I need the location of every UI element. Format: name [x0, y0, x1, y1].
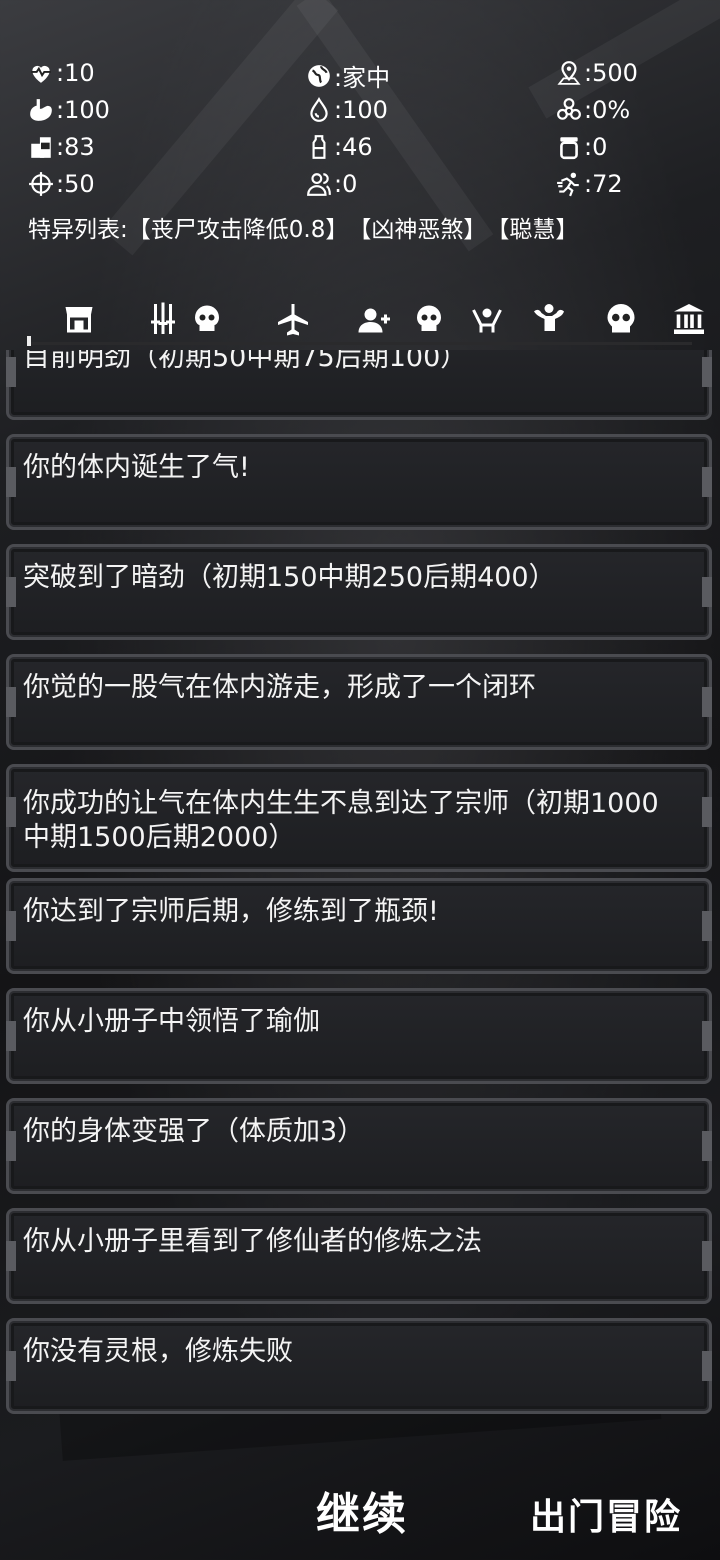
log-entry-text: 突破到了暗劲（初期150中期250后期400） — [23, 562, 556, 593]
muscle-icon[interactable] — [526, 296, 572, 342]
stat-map: :500 — [554, 58, 638, 88]
skull-icon[interactable] — [598, 296, 644, 342]
bank-icon[interactable] — [666, 296, 712, 342]
map-pin-icon — [554, 58, 584, 88]
canned-food-icon — [26, 132, 56, 162]
log-entry: 突破到了暗劲（初期150中期250后期400） — [6, 544, 712, 640]
log-entry-text: 你的体内诞生了气! — [23, 452, 250, 483]
tab-active-marker — [27, 336, 31, 346]
shop-icon[interactable] — [56, 296, 102, 342]
stomach-icon — [26, 95, 56, 125]
stat-infection: :0% — [554, 95, 630, 125]
skull-icon[interactable] — [184, 296, 230, 342]
crosshair-icon — [26, 169, 56, 199]
skull-icon[interactable] — [406, 296, 452, 342]
add-person-icon[interactable] — [352, 296, 398, 342]
stat-attack: :50 — [26, 169, 95, 199]
log-entry-text: 你觉的一股气在体内游走，形成了一个闭环 — [23, 672, 536, 703]
log-entry: 你从小册子里看到了修仙者的修炼之法 — [6, 1208, 712, 1304]
stat-drink-value: :46 — [334, 133, 373, 161]
log-entry: 你的体内诞生了气! — [6, 434, 712, 530]
tab-underline — [28, 342, 692, 345]
stat-hunger-value: :100 — [56, 96, 110, 124]
globe-icon — [304, 61, 334, 91]
log-entry: 你觉的一股气在体内游走，形成了一个闭环 — [6, 654, 712, 750]
continue-button[interactable]: 继续 — [316, 1478, 408, 1542]
jar-icon — [554, 132, 584, 162]
people-icon — [304, 169, 334, 199]
stat-companions-value: :0 — [334, 170, 358, 198]
stat-agility: :72 — [554, 169, 623, 199]
stat-companions: :0 — [304, 169, 357, 199]
log-entry-text: 你没有灵根，修炼失败 — [23, 1336, 293, 1367]
water-drop-icon — [304, 95, 334, 125]
heartbeat-icon — [26, 58, 56, 88]
stat-location: :家中 — [304, 58, 390, 93]
stat-water-value: :100 — [334, 96, 388, 124]
log-entry-text: 你从小册子中领悟了瑜伽 — [23, 1006, 320, 1037]
pray-icon[interactable] — [464, 296, 510, 342]
trait-item: 【聪慧】 — [486, 217, 579, 243]
log-entry: 你的身体变强了（体质加3） — [6, 1098, 712, 1194]
stat-water: :100 — [304, 95, 388, 125]
stat-food: :83 — [26, 132, 95, 162]
log-entry-text: 你成功的让气在体内生生不息到达了宗师（初期1000中期1500后期2000） — [23, 788, 659, 853]
stat-drink: :46 — [304, 132, 373, 162]
stat-map-value: :500 — [584, 59, 638, 87]
stat-health-value: :10 — [56, 59, 95, 87]
weapons-icon[interactable] — [140, 296, 186, 342]
log-entry-text: 你的身体变强了（体质加3） — [23, 1116, 365, 1147]
stat-hunger: :100 — [26, 95, 110, 125]
traits-list: 特异列表: 【丧尸攻击降低0.8】 【凶神恶煞】 【聪慧】 — [28, 210, 578, 244]
log-entry-text: 目前明劲（初期50中期75后期100） — [23, 350, 468, 373]
stat-container-value: :0 — [584, 133, 608, 161]
trait-item: 【丧尸攻击降低0.8】 — [127, 217, 349, 243]
bottle-icon — [304, 132, 334, 162]
stat-agility-value: :72 — [584, 170, 623, 198]
log-entry-text: 你达到了宗师后期，修练到了瓶颈! — [23, 896, 439, 927]
log-entry: 你成功的让气在体内生生不息到达了宗师（初期1000中期1500后期2000） — [6, 764, 712, 872]
log-entry: 你达到了宗师后期，修练到了瓶颈! — [6, 878, 712, 974]
stat-food-value: :83 — [56, 133, 95, 161]
trait-item: 【凶神恶煞】 — [348, 217, 487, 243]
log-entry-text: 你从小册子里看到了修仙者的修炼之法 — [23, 1226, 482, 1257]
stat-health: :10 — [26, 58, 95, 88]
stat-infection-value: :0% — [584, 96, 631, 124]
stat-attack-value: :50 — [56, 170, 95, 198]
log-entry: 你从小册子中领悟了瑜伽 — [6, 988, 712, 1084]
biohazard-icon — [554, 95, 584, 125]
log-entry: 你没有灵根，修炼失败 — [6, 1318, 712, 1414]
stat-location-value: :家中 — [334, 64, 391, 92]
stat-container: :0 — [554, 132, 607, 162]
log-entry: 目前明劲（初期50中期75后期100） — [6, 350, 712, 420]
go-adventure-button[interactable]: 出门冒险 — [530, 1488, 682, 1540]
event-log[interactable]: 目前明劲（初期50中期75后期100） 你的体内诞生了气! 突破到了暗劲（初期1… — [0, 350, 720, 1430]
airplane-icon[interactable] — [270, 296, 316, 342]
running-icon — [554, 169, 584, 199]
traits-label: 特异列表: — [28, 217, 128, 243]
category-tab-bar — [0, 296, 720, 348]
